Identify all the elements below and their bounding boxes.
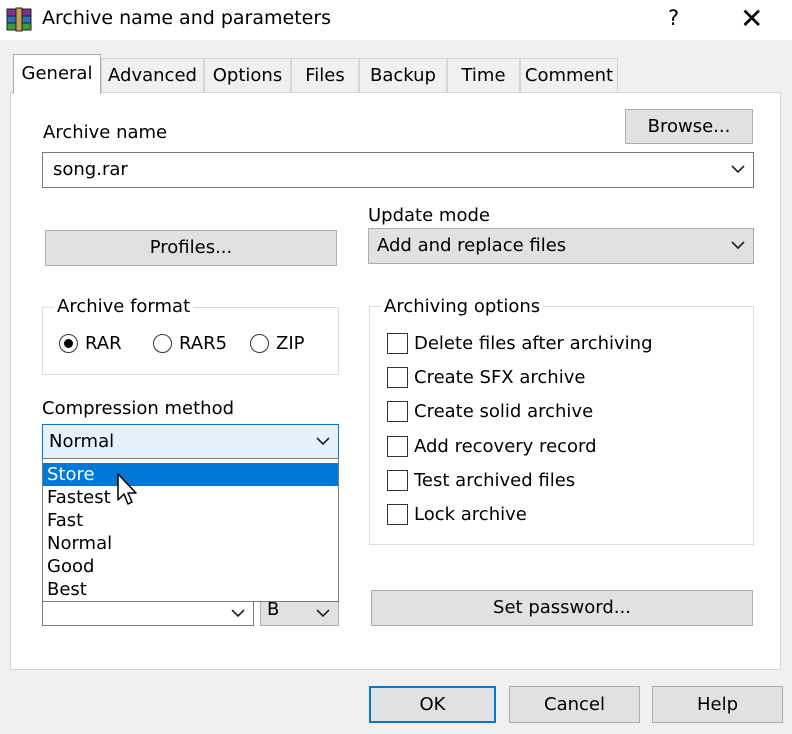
chevron-down-icon [316,436,330,445]
create-sfx-label[interactable]: Create SFX archive [414,367,585,388]
browse-button[interactable]: Browse... [625,109,753,144]
checkbox-lock-archive[interactable] [387,504,408,525]
dropdown-item-normal[interactable]: Normal [43,532,338,555]
compression-method-value: Normal [49,431,115,452]
compression-method-select[interactable]: Normal [42,424,339,459]
create-solid-label[interactable]: Create solid archive [414,401,593,422]
split-unit-value: B [267,599,280,620]
tab-time[interactable]: Time [447,58,520,92]
update-mode-label: Update mode [368,205,490,226]
cancel-button[interactable]: Cancel [509,686,640,723]
checkbox-recovery-record[interactable] [387,436,408,457]
chevron-down-icon[interactable] [231,609,245,617]
update-mode-select[interactable]: Add and replace files [368,228,754,264]
radio-zip-label[interactable]: ZIP [276,333,305,354]
set-password-button[interactable]: Set password... [371,590,753,626]
recovery-record-label[interactable]: Add recovery record [414,436,597,457]
mouse-cursor-icon [117,473,137,505]
radio-selected-dot [63,338,73,348]
lock-archive-label[interactable]: Lock archive [414,504,527,525]
help-button[interactable]: Help [652,686,783,723]
chevron-down-icon[interactable] [731,165,745,173]
window-title: Archive name and parameters [42,7,332,29]
tab-general[interactable]: General [13,54,101,94]
archive-name-label: Archive name [43,122,168,143]
chevron-down-icon [731,241,745,249]
close-button[interactable]: ✕ [740,2,763,35]
tab-comment[interactable]: Comment [520,58,618,92]
tab-options[interactable]: Options [204,58,291,92]
archive-name-combo[interactable]: song.rar [42,152,754,188]
checkbox-test-archived[interactable] [387,470,408,491]
dropdown-item-fast[interactable]: Fast [43,509,338,532]
tab-advanced[interactable]: Advanced [101,58,204,92]
archive-name-input[interactable]: song.rar [53,159,128,180]
archiving-options-legend: Archiving options [381,296,544,317]
radio-rar-label[interactable]: RAR [85,333,122,354]
winrar-books-icon [6,7,32,32]
delete-files-label[interactable]: Delete files after archiving [414,333,653,354]
ok-button[interactable]: OK [369,686,496,723]
dropdown-item-store[interactable]: Store [43,463,338,486]
update-mode-value: Add and replace files [377,235,567,256]
tab-files[interactable]: Files [291,58,359,92]
radio-rar5-label[interactable]: RAR5 [179,333,227,354]
chevron-down-icon [316,609,330,617]
radio-rar5[interactable] [153,334,172,353]
checkbox-create-sfx[interactable] [387,367,408,388]
tab-backup[interactable]: Backup [359,58,447,92]
checkbox-delete-files[interactable] [387,333,408,354]
compression-method-dropdown: Store Fastest Fast Normal Good Best [42,458,339,602]
compression-method-label: Compression method [42,398,235,419]
title-bar: Archive name and parameters ? ✕ [0,0,792,40]
dropdown-item-good[interactable]: Good [43,555,338,578]
help-title-button[interactable]: ? [668,6,679,30]
checkbox-create-solid[interactable] [387,401,408,422]
radio-zip[interactable] [250,334,269,353]
test-archived-label[interactable]: Test archived files [414,470,575,491]
dropdown-item-best[interactable]: Best [43,578,338,601]
archive-format-legend: Archive format [54,296,194,317]
profiles-button[interactable]: Profiles... [45,230,337,266]
dropdown-item-fastest[interactable]: Fastest [43,486,338,509]
radio-rar[interactable] [59,334,78,353]
